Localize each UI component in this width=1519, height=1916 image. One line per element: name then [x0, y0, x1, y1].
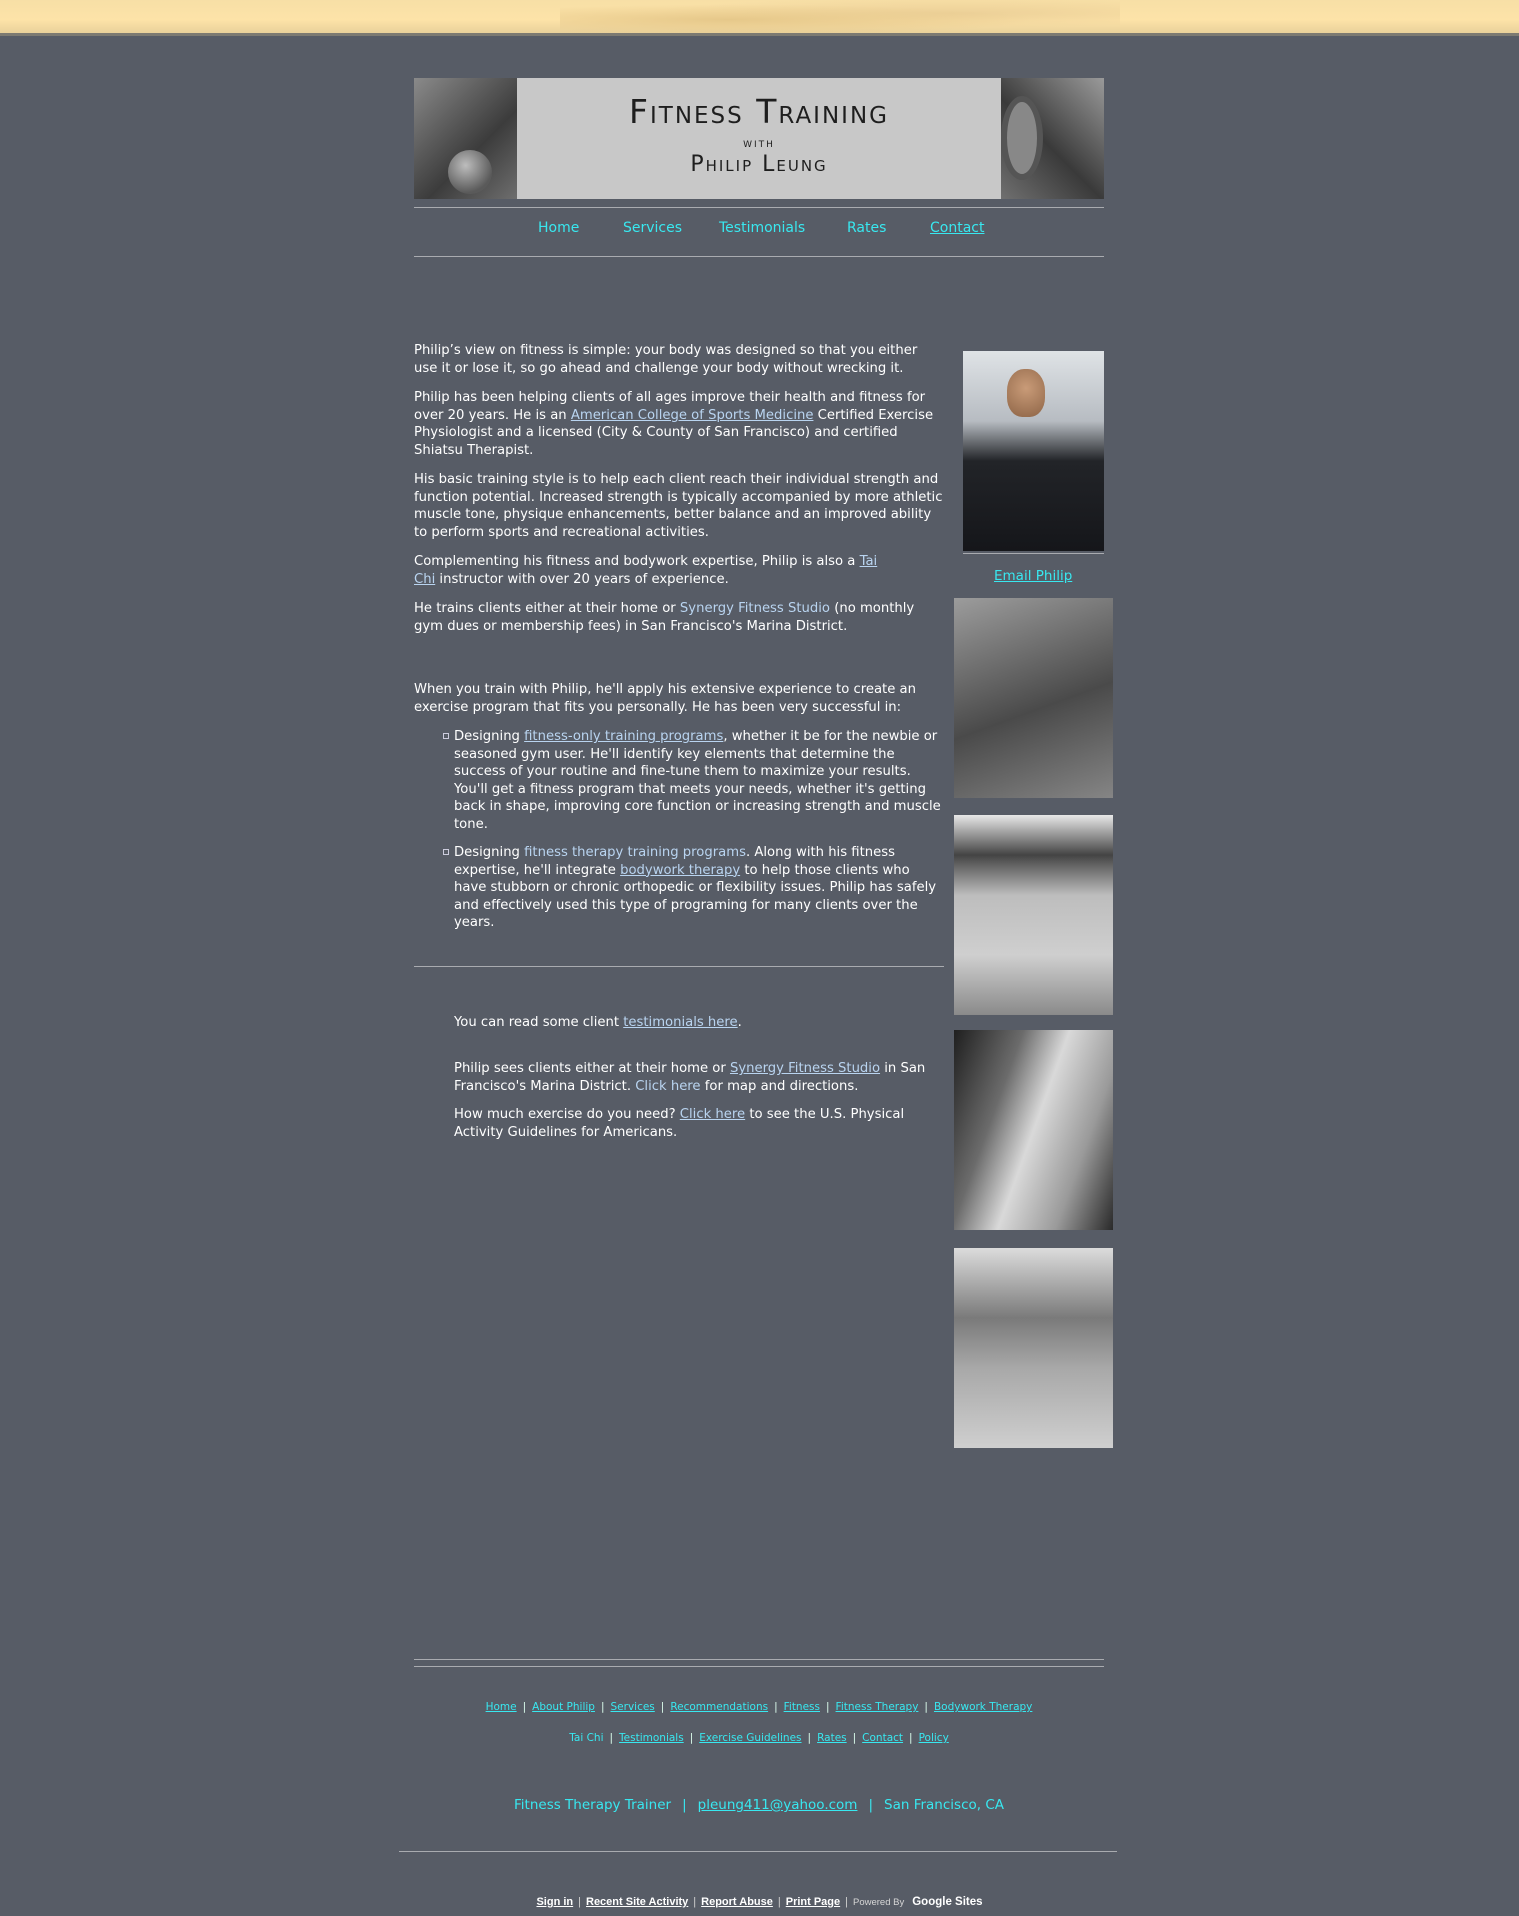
therapy-programs-text-a: Designing — [454, 845, 525, 860]
email-philip-link[interactable]: Email Philip — [994, 568, 1072, 584]
arm-dumbbell-photo — [954, 598, 1113, 798]
footer-email-link[interactable]: pleung411@yahoo.com — [698, 1797, 858, 1813]
footer-link-about[interactable]: About Philip — [532, 1701, 595, 1713]
footer-divider-2 — [414, 1666, 1104, 1667]
training-style-text: His basic training style is to help each… — [414, 472, 943, 540]
footer-link-fitness-therapy[interactable]: Fitness Therapy — [836, 1701, 919, 1713]
testimonials-note: You can read some client testimonials he… — [454, 1014, 944, 1032]
tai-chi-text-a: Complementing his fitness and bodywork e… — [414, 554, 860, 569]
synergy-studio-link-2[interactable]: Synergy Fitness Studio — [730, 1061, 880, 1076]
approach-paragraph: When you train with Philip, he'll apply … — [414, 681, 944, 716]
banner-line-1: Fitness Training — [629, 92, 889, 131]
studio-note-text-a: Philip sees clients either at their home… — [454, 1061, 730, 1076]
weight-plate-shape — [1001, 96, 1043, 180]
nav-contact[interactable]: Contact — [930, 220, 984, 236]
main-nav: Home Services Testimonials Rates Contact — [414, 220, 1104, 246]
map-directions-link[interactable]: Click here — [635, 1079, 700, 1094]
stability-ball-photo — [954, 815, 1113, 1015]
content-divider — [414, 966, 944, 967]
location-paragraph: He trains clients either at their home o… — [414, 600, 944, 635]
testimonials-note-text-b: . — [737, 1015, 742, 1030]
acsm-link[interactable]: American College of Sports Medicine — [571, 408, 814, 423]
guidelines-note-text-a: How much exercise do you need? — [454, 1107, 680, 1122]
location-text-a: He trains clients either at their home o… — [414, 601, 680, 616]
sign-in-link[interactable]: Sign in — [536, 1896, 573, 1908]
nav-rates[interactable]: Rates — [847, 220, 886, 236]
nav-home[interactable]: Home — [538, 220, 579, 236]
google-sites-bar: Sign in | Recent Site Activity | Report Abus… — [536, 1896, 983, 1908]
footer-city: San Francisco, CA — [884, 1797, 1004, 1813]
tai-chi-paragraph: Complementing his fitness and bodywork e… — [414, 553, 884, 588]
nav-services[interactable]: Services — [623, 220, 682, 236]
kettlebell-photo — [414, 78, 517, 199]
sand-texture — [560, 0, 1120, 33]
site-banner: Fitness Training with Philip Leung — [414, 78, 1104, 199]
intro-text: Philip’s view on fitness is simple: your… — [414, 343, 918, 376]
philip-portrait-photo — [963, 351, 1104, 551]
footer-link-fitness[interactable]: Fitness — [784, 1701, 820, 1713]
training-style-paragraph: His basic training style is to help each… — [414, 471, 944, 541]
banner-line-3: Philip Leung — [690, 152, 828, 177]
footer-links-row-1: Home | About Philip | Services | Recommendatio… — [485, 1701, 1033, 1713]
approach-text: When you train with Philip, he'll apply … — [414, 682, 916, 715]
studio-note: Philip sees clients either at their home… — [454, 1060, 944, 1095]
fitness-programs-text-b: , whether it be for the newbie or season… — [454, 729, 941, 832]
google-bar-divider — [399, 1851, 1117, 1852]
banner-line-2: with — [743, 136, 775, 151]
footer-link-home[interactable]: Home — [486, 1701, 517, 1713]
stretch-photo — [954, 1030, 1113, 1230]
footer-links-row-2: Tai Chi | Testimonials | Exercise Guidelines… — [569, 1732, 949, 1744]
recent-activity-link[interactable]: Recent Site Activity — [586, 1896, 688, 1908]
synergy-studio-link[interactable]: Synergy Fitness Studio — [680, 601, 830, 616]
tai-chi-photo — [954, 1248, 1113, 1448]
fitness-programs-text-a: Designing — [454, 729, 525, 744]
studio-note-text-c: for map and directions. — [700, 1078, 859, 1094]
print-page-link[interactable]: Print Page — [786, 1896, 840, 1908]
footer-link-bodywork-therapy[interactable]: Bodywork Therapy — [934, 1701, 1032, 1713]
testimonials-here-link[interactable]: testimonials here — [623, 1015, 737, 1030]
footer-link-exercise-guidelines[interactable]: Exercise Guidelines — [699, 1732, 801, 1744]
kettlebell-shape — [448, 150, 492, 194]
guidelines-note: How much exercise do you need? Click her… — [454, 1106, 944, 1141]
powered-by-label: Powered By — [853, 1897, 905, 1908]
list-item-therapy-programs: Designing fitness therapy training progr… — [443, 844, 944, 932]
footer-link-tai-chi[interactable]: Tai Chi — [569, 1732, 603, 1744]
nav-divider-top — [414, 207, 1104, 208]
footer-link-rates[interactable]: Rates — [817, 1732, 847, 1744]
guidelines-link[interactable]: Click here — [680, 1107, 745, 1122]
footer-link-services[interactable]: Services — [611, 1701, 655, 1713]
banner-title: Fitness Training with Philip Leung — [517, 78, 1001, 199]
top-decorative-band — [0, 0, 1519, 36]
fitness-therapy-programs-link[interactable]: fitness therapy training programs — [524, 845, 746, 860]
nav-testimonials[interactable]: Testimonials — [719, 220, 805, 236]
bodywork-therapy-link[interactable]: bodywork therapy — [620, 863, 740, 878]
footer-contact-line: Fitness Therapy Trainer | pleung411@yahoo.… — [514, 1797, 1004, 1813]
portrait-divider — [963, 553, 1104, 554]
nav-divider-bottom — [414, 256, 1104, 257]
footer-link-policy[interactable]: Policy — [919, 1732, 949, 1744]
footer-link-testimonials[interactable]: Testimonials — [619, 1732, 684, 1744]
credentials-paragraph: Philip has been helping clients of all a… — [414, 389, 944, 459]
fitness-only-programs-link[interactable]: fitness-only training programs — [524, 729, 723, 744]
footer-link-recommendations[interactable]: Recommendations — [670, 1701, 768, 1713]
intro-paragraph: Philip’s view on fitness is simple: your… — [414, 342, 944, 377]
dumbbell-curl-photo — [1001, 78, 1104, 199]
report-abuse-link[interactable]: Report Abuse — [701, 1896, 773, 1908]
tai-chi-text-b: instructor with over 20 years of experie… — [435, 571, 729, 587]
footer-divider-1 — [414, 1659, 1104, 1660]
list-item-fitness-programs: Designing fitness-only training programs… — [443, 728, 944, 833]
testimonials-note-text-a: You can read some client — [454, 1015, 624, 1030]
footer-link-contact[interactable]: Contact — [862, 1732, 903, 1744]
footer-trainer-title: Fitness Therapy Trainer — [514, 1797, 672, 1813]
portrait-face — [1007, 369, 1045, 417]
google-sites-logo[interactable]: Google Sites — [912, 1896, 982, 1908]
